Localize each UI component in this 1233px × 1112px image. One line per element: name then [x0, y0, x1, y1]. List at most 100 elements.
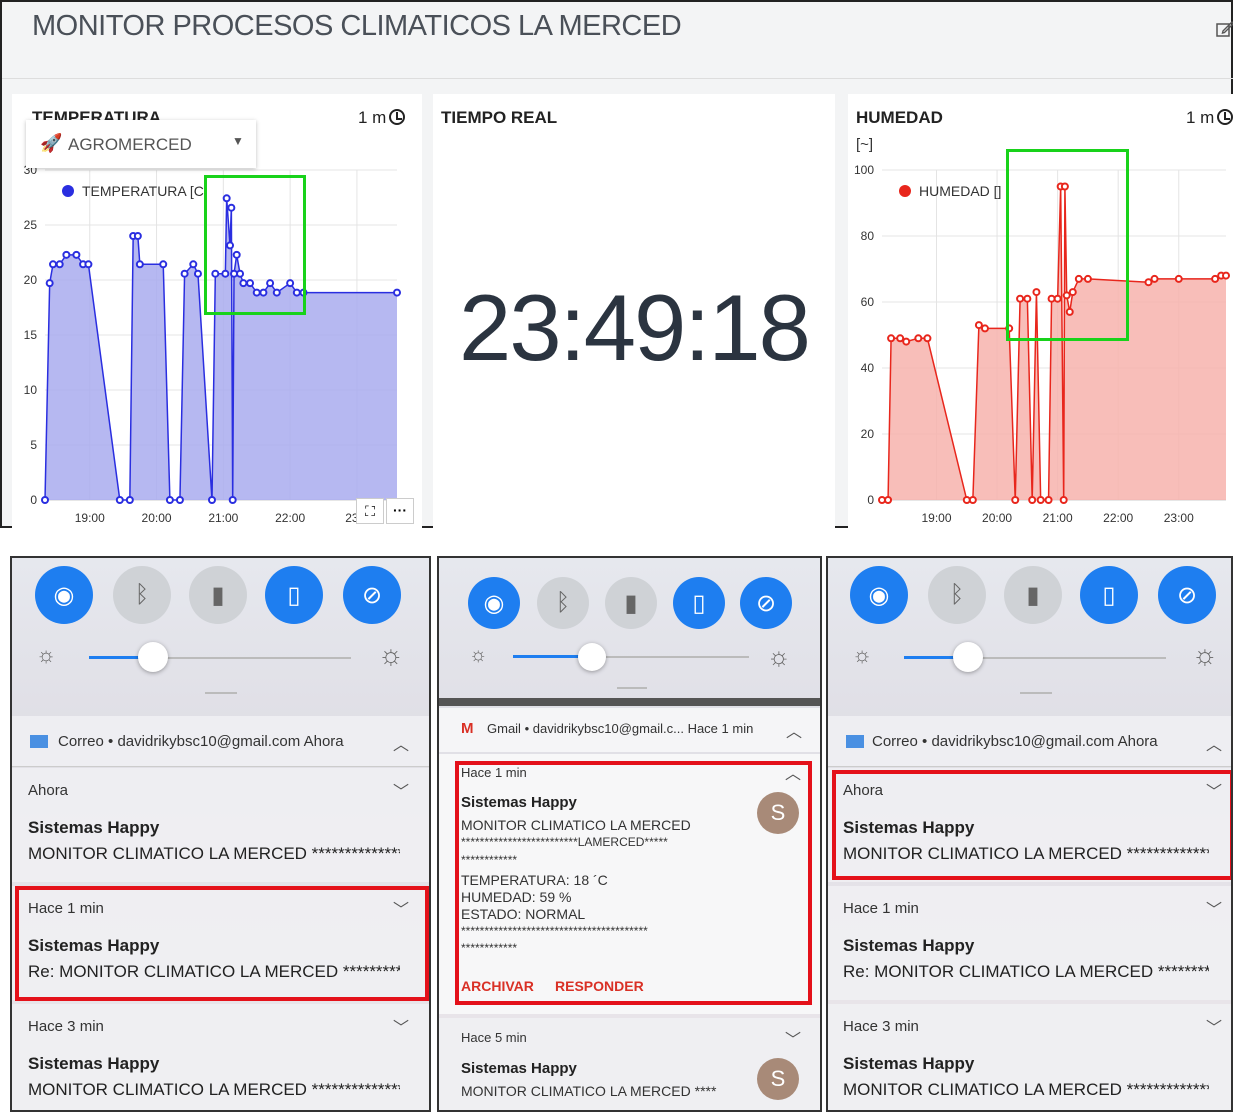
chevron-down-icon[interactable]: ﹀ [785, 1026, 801, 1050]
data-point [115, 496, 124, 504]
dashboard: MONITOR PROCESOS CLIMATICOS LA MERCED TE… [0, 0, 1233, 530]
flashlight-icon[interactable]: ▮ [189, 566, 247, 624]
device-dropdown[interactable]: 🚀 AGROMERCED ▼ [26, 120, 256, 168]
notification-item[interactable]: Hace 1 min ﹀ Sistemas Happy Re: MONITOR … [828, 886, 1231, 1000]
brightness-low-icon: ☼ [36, 642, 57, 667]
app-name: Gmail [487, 721, 521, 736]
brightness-low-icon: ☼ [469, 644, 488, 666]
bluetooth-icon[interactable]: ᛒ [928, 566, 986, 624]
humidity-interval[interactable]: 1 m [1186, 108, 1233, 128]
account: davidrikybsc10@gmail.c... [532, 721, 684, 736]
data-point [189, 260, 198, 269]
notification-app-header[interactable]: M Gmail • davidrikybsc10@gmail.c... Hace… [439, 708, 820, 752]
notification-item[interactable]: Ahora ﹀ Sistemas Happy MONITOR CLIMATICO… [12, 768, 429, 882]
notification-app-header[interactable]: Correo • davidrikybsc10@gmail.com Ahora … [12, 716, 429, 766]
data-point [84, 260, 93, 269]
panel-handle[interactable] [1020, 692, 1052, 694]
y-tick-label: 60 [861, 295, 875, 309]
chevron-down-icon[interactable]: ﹀ [393, 778, 409, 802]
brightness-slider[interactable] [138, 642, 168, 672]
panel-handle[interactable] [205, 692, 237, 694]
auto-rotate-icon[interactable]: ⊘ [1158, 566, 1216, 624]
phone-screen-left: ◉ ᛒ ▮ ▯ ⊘ ☼ ☼ Correo • davidrikybsc10@gm… [10, 556, 431, 1112]
phone-screen-middle: ◉ ᛒ ▮ ▯ ⊘ ☼ ☼ M Gmail • davidrikybsc10@g… [437, 556, 822, 1112]
auto-rotate-icon[interactable]: ⊘ [740, 577, 792, 629]
brightness-slider[interactable] [578, 643, 606, 671]
vibrate-icon[interactable]: ▯ [673, 577, 725, 629]
data-point [45, 279, 54, 288]
data-point [974, 321, 983, 330]
data-point [1174, 274, 1183, 283]
edit-icon[interactable] [1216, 20, 1233, 38]
account: davidrikybsc10@gmail.com [931, 733, 1115, 750]
data-point [887, 334, 896, 343]
header-time: Hace 1 min [687, 721, 754, 736]
x-tick-label: 21:00 [208, 511, 238, 525]
account: davidrikybsc10@gmail.com [117, 733, 301, 750]
more-button[interactable]: ··· [386, 498, 414, 524]
notification-body: MONITOR CLIMATICO LA MERCED ************… [843, 1080, 1209, 1099]
notification-item[interactable]: Hace 5 min ﹀ S Sistemas Happy MONITOR CL… [439, 1018, 820, 1110]
notification-body: MONITOR CLIMATICO LA MERCED **** [461, 1083, 717, 1099]
data-point [1044, 496, 1053, 504]
data-point [55, 260, 64, 269]
panel-divider [439, 698, 820, 706]
chevron-up-icon[interactable]: ︿ [393, 731, 409, 755]
data-point [1059, 496, 1068, 504]
legend-label: TEMPERATURA [C] [82, 183, 208, 199]
notification-item[interactable]: Hace 3 min ﹀ Sistemas Happy MONITOR CLIM… [12, 1004, 429, 1110]
x-tick-label: 22:00 [1103, 511, 1133, 525]
data-point [1144, 278, 1153, 287]
notification-time: Ahora [28, 782, 69, 799]
y-tick-label: 15 [24, 328, 38, 342]
y-tick-label: 80 [861, 229, 875, 243]
divider [828, 766, 1231, 767]
chevron-down-icon[interactable]: ﹀ [393, 1014, 409, 1038]
chevron-up-icon[interactable]: ︿ [786, 718, 802, 742]
chevron-down-icon[interactable]: ﹀ [1206, 1014, 1222, 1038]
data-point [159, 260, 168, 269]
humidity-title: HUMEDAD [856, 108, 943, 127]
wifi-icon[interactable]: ◉ [35, 566, 93, 624]
wifi-icon[interactable]: ◉ [468, 577, 520, 629]
highlight-box-notification [832, 770, 1231, 880]
auto-rotate-icon[interactable]: ⊘ [343, 566, 401, 624]
temperature-interval[interactable]: 1 m [358, 108, 406, 128]
humidity-unit: [~] [856, 136, 874, 153]
y-tick-label: 25 [24, 218, 38, 232]
flashlight-icon[interactable]: ▮ [605, 577, 657, 629]
notification-sender: Sistemas Happy [843, 936, 975, 955]
x-tick-label: 20:00 [142, 511, 172, 525]
vibrate-icon[interactable]: ▯ [1080, 566, 1138, 624]
brightness-slider[interactable] [953, 642, 983, 672]
bluetooth-icon[interactable]: ᛒ [113, 566, 171, 624]
expand-button[interactable]: ⛶ [356, 498, 384, 524]
app-name: Correo [872, 733, 918, 750]
data-point [165, 496, 174, 504]
notification-item[interactable]: Hace 3 min ﹀ Sistemas Happy MONITOR CLIM… [828, 1004, 1231, 1110]
y-tick-label: 20 [24, 273, 38, 287]
x-tick-label: 19:00 [921, 511, 951, 525]
expand-icon: ⛶ [365, 503, 375, 519]
mail-icon [846, 735, 864, 748]
y-tick-label: 5 [30, 438, 37, 452]
bluetooth-icon[interactable]: ᛒ [537, 577, 589, 629]
data-point [980, 324, 989, 333]
notification-app-header[interactable]: Correo • davidrikybsc10@gmail.com Ahora … [828, 716, 1231, 766]
panel-handle[interactable] [617, 687, 647, 689]
chevron-up-icon[interactable]: ︿ [1206, 731, 1222, 755]
data-point [133, 232, 142, 240]
data-point [228, 496, 237, 504]
y-tick-label: 0 [867, 493, 874, 507]
notification-time: Hace 3 min [843, 1018, 919, 1035]
header-time: Ahora [1117, 733, 1158, 750]
legend-marker [62, 185, 74, 197]
chevron-down-icon[interactable]: ﹀ [1206, 896, 1222, 920]
wifi-icon[interactable]: ◉ [850, 566, 908, 624]
flashlight-icon[interactable]: ▮ [1004, 566, 1062, 624]
vibrate-icon[interactable]: ▯ [265, 566, 323, 624]
dashboard-title: MONITOR PROCESOS CLIMATICOS LA MERCED [32, 10, 682, 42]
divider [12, 766, 429, 767]
gmail-icon: M [461, 720, 474, 737]
phone-screen-right: ◉ ᛒ ▮ ▯ ⊘ ☼ ☼ Correo • davidrikybsc10@gm… [826, 556, 1233, 1112]
